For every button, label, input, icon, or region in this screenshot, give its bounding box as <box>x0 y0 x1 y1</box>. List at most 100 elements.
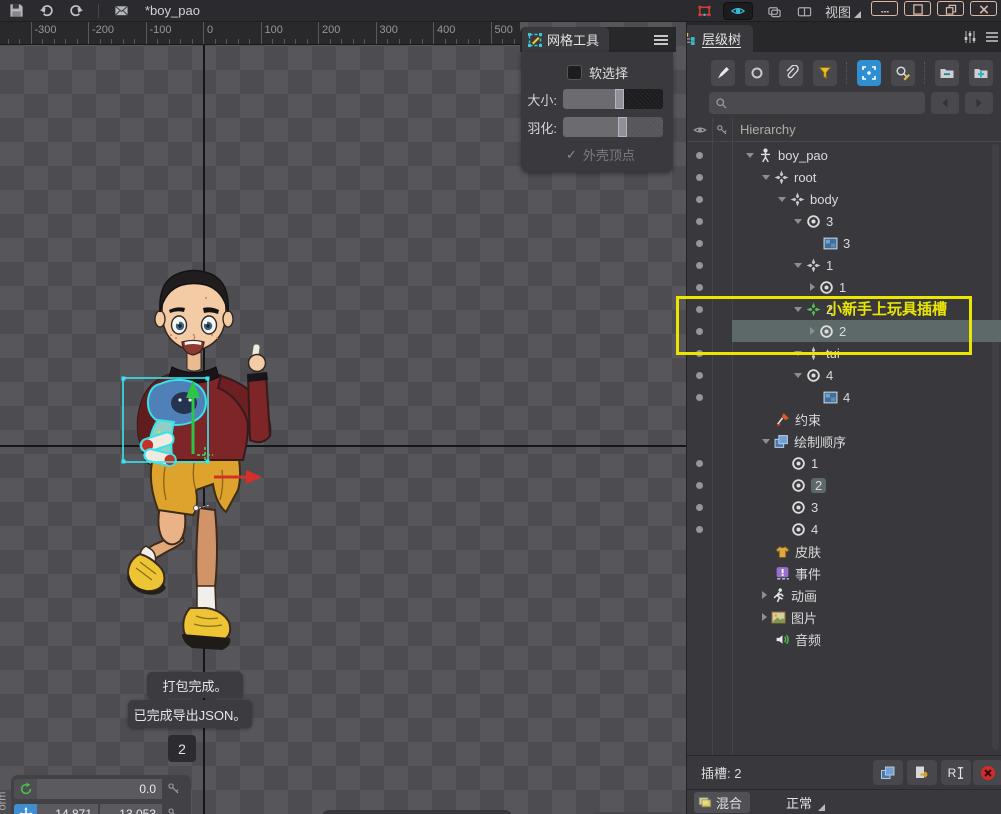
duplicate-slot-button[interactable] <box>873 760 903 785</box>
redo-button[interactable] <box>68 3 84 19</box>
search-box[interactable] <box>709 92 925 114</box>
tree-row-slot-2[interactable]: 2 <box>687 474 1001 496</box>
tree-row-slot-4[interactable]: 4 <box>687 364 1001 386</box>
tree-row-bone-body[interactable]: body <box>687 188 1001 210</box>
tree-collapse-arrow[interactable] <box>794 263 802 268</box>
visibility-dot[interactable] <box>687 504 712 511</box>
visibility-dot[interactable] <box>687 218 712 225</box>
tree-row-slot-3[interactable]: 3 <box>687 210 1001 232</box>
visibility-dot[interactable] <box>687 328 712 335</box>
export-slot-button[interactable] <box>907 760 937 785</box>
tree-expand-arrow[interactable] <box>810 283 815 291</box>
tree-collapse-arrow[interactable] <box>794 351 802 356</box>
size-slider[interactable] <box>563 89 663 109</box>
tree-expand-arrow[interactable] <box>762 613 767 621</box>
restore-button[interactable] <box>937 1 964 16</box>
visibility-toggle-button[interactable] <box>723 2 753 20</box>
blend-value-dropdown[interactable]: 正常 <box>786 793 812 812</box>
visibility-dot[interactable] <box>687 174 712 181</box>
tab-hierarchy-tree[interactable]: 层级树 <box>686 25 753 52</box>
tree-collapse-arrow[interactable] <box>762 439 770 444</box>
soft-select-checkbox[interactable] <box>567 65 582 80</box>
visibility-dot[interactable] <box>687 460 712 467</box>
undo-button[interactable] <box>38 3 54 19</box>
visibility-dot[interactable] <box>687 196 712 203</box>
split-view-icon[interactable] <box>797 3 813 19</box>
tree-item-label: boy_pao <box>778 148 828 163</box>
rotate-icon[interactable] <box>14 779 37 799</box>
visibility-dot[interactable] <box>687 526 712 533</box>
tree-collapse-arrow[interactable] <box>794 307 802 312</box>
translate-y-value[interactable]: -13.053 <box>100 804 162 814</box>
panel-menu-icon[interactable] <box>654 33 668 47</box>
key-icon[interactable] <box>162 804 184 814</box>
tree-row-audio-音频[interactable]: 音频 <box>687 628 1001 650</box>
search-input[interactable] <box>728 95 908 111</box>
minimize-button[interactable] <box>871 1 898 16</box>
mesh-bounds-icon[interactable] <box>697 3 713 19</box>
delete-slot-button[interactable] <box>973 760 1001 785</box>
tree-collapse-arrow[interactable] <box>762 175 770 180</box>
export-package-icon[interactable] <box>113 3 129 19</box>
search-edit-button[interactable] <box>891 60 915 86</box>
tree-row-event-事件[interactable]: 事件 <box>687 562 1001 584</box>
tree-collapse-arrow[interactable] <box>746 153 754 158</box>
tree-row-pin-约束[interactable]: 约束 <box>687 408 1001 430</box>
tree-row-bone-tui[interactable]: tui <box>687 342 1001 364</box>
visibility-dot[interactable] <box>687 152 712 159</box>
tree-row-bone-green-2[interactable]: 2 <box>687 298 1001 320</box>
tree-row-bone-1[interactable]: 1 <box>687 254 1001 276</box>
filter-settings-icon[interactable] <box>962 29 978 45</box>
panel-menu-icon[interactable] <box>984 29 1000 45</box>
visibility-dot[interactable] <box>687 284 712 291</box>
tree-expand-arrow[interactable] <box>762 591 767 599</box>
ruler-tick-label: 400 <box>437 24 455 36</box>
rotation-value[interactable]: 0.0 <box>37 779 162 799</box>
view-menu[interactable]: 视图 <box>825 2 851 21</box>
feather-slider[interactable] <box>563 117 663 137</box>
tree-row-slot-1[interactable]: 1 <box>687 276 1001 298</box>
tree-row-shirt-皮肤[interactable]: 皮肤 <box>687 540 1001 562</box>
prev-match-button[interactable] <box>931 92 959 114</box>
visibility-dot[interactable] <box>687 394 712 401</box>
tree-row-slot-1[interactable]: 1 <box>687 452 1001 474</box>
tree-row-bone-root[interactable]: root <box>687 166 1001 188</box>
tree-row-skeleton-boy_pao[interactable]: boy_pao <box>687 144 1001 166</box>
key-icon[interactable] <box>162 779 184 799</box>
panels-icon[interactable] <box>767 3 783 19</box>
hull-check-icon[interactable]: ✓ <box>566 147 577 163</box>
close-button[interactable] <box>970 1 997 16</box>
filter-button[interactable] <box>813 60 837 86</box>
tree-collapse-arrow[interactable] <box>778 197 786 202</box>
tree-collapse-arrow[interactable] <box>794 219 802 224</box>
tree-row-slot-3[interactable]: 3 <box>687 496 1001 518</box>
collapse-all-button[interactable] <box>935 60 959 86</box>
maximize-button[interactable] <box>904 1 931 16</box>
visibility-dot[interactable] <box>687 372 712 379</box>
tab-mesh-tool[interactable]: 网格工具 <box>522 27 609 52</box>
tree-row-picture-图片[interactable]: 图片 <box>687 606 1001 628</box>
visibility-dot[interactable] <box>687 482 712 489</box>
focus-selection-button[interactable] <box>857 60 881 86</box>
translate-x-value[interactable]: 14.871 <box>37 804 98 814</box>
tree-row-slot-2[interactable]: 2 <box>687 320 1001 342</box>
tree-collapse-arrow[interactable] <box>794 373 802 378</box>
tree-row-image-4[interactable]: 4 <box>687 386 1001 408</box>
visibility-dot[interactable] <box>687 306 712 313</box>
tree-expand-arrow[interactable] <box>810 327 815 335</box>
ring-select-button[interactable] <box>745 60 769 86</box>
tree-row-slot-4[interactable]: 4 <box>687 518 1001 540</box>
translate-icon[interactable] <box>14 804 37 814</box>
attach-button[interactable] <box>779 60 803 86</box>
expand-all-button[interactable] <box>969 60 993 86</box>
save-button[interactable] <box>8 3 24 19</box>
tree-row-image-3[interactable]: 3 <box>687 232 1001 254</box>
visibility-dot[interactable] <box>687 350 712 357</box>
tree-row-run-动画[interactable]: 动画 <box>687 584 1001 606</box>
rename-button[interactable]: R <box>941 760 971 785</box>
tree-row-layers-绘制顺序[interactable]: 绘制顺序 <box>687 430 1001 452</box>
visibility-dot[interactable] <box>687 262 712 269</box>
draw-bones-button[interactable] <box>711 60 735 86</box>
next-match-button[interactable] <box>965 92 993 114</box>
visibility-dot[interactable] <box>687 240 712 247</box>
